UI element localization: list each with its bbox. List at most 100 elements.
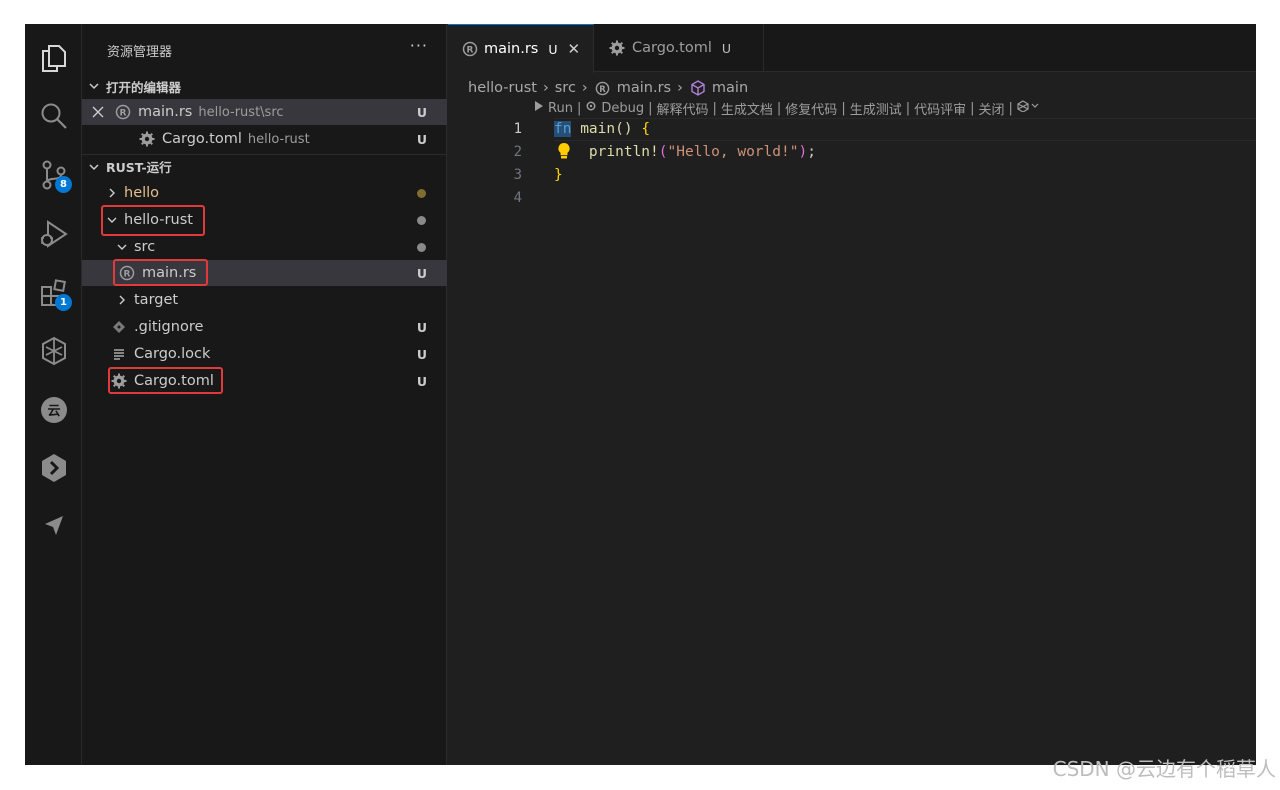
- close-icon[interactable]: [82, 106, 114, 118]
- status-badge: U: [416, 131, 427, 147]
- chevron-right-icon: ›: [677, 80, 683, 96]
- gear-icon: [138, 130, 156, 148]
- plugin-activity[interactable]: [25, 444, 82, 492]
- status-badge: U: [416, 104, 427, 120]
- gear-icon: [585, 100, 597, 116]
- code-semicolon: ;: [807, 144, 816, 160]
- code-line: println!("Hello, world!");: [554, 141, 1254, 164]
- open-editor-path: hello-rust\src: [198, 104, 284, 120]
- breadcrumb-item[interactable]: src: [555, 80, 576, 96]
- source-control-activity[interactable]: 8: [25, 151, 82, 199]
- gear-icon: [608, 39, 626, 57]
- send-activity[interactable]: [25, 502, 82, 550]
- tab-label: Cargo.toml: [632, 40, 712, 56]
- close-icon[interactable]: ✕: [568, 40, 581, 58]
- tree-folder-target[interactable]: target: [82, 287, 447, 313]
- tab-status: U: [721, 40, 732, 56]
- status-badge: U: [416, 265, 427, 281]
- tree-folder-src[interactable]: src: [82, 234, 447, 260]
- extensions-activity[interactable]: 1: [25, 269, 82, 317]
- highlight-box-hello-rust: [101, 205, 205, 236]
- ai-assistant-icon[interactable]: [1017, 100, 1039, 116]
- activity-bar: 8 1 云: [25, 24, 82, 765]
- codelens-debug[interactable]: Debug: [601, 101, 644, 116]
- breadcrumb: hello-rust › src › R main.rs › main: [468, 76, 748, 100]
- open-editor-name: main.rs: [138, 104, 193, 120]
- rust-file-icon: R: [462, 40, 478, 58]
- tab-bar: R main.rs U ✕ Cargo.toml U: [448, 24, 1256, 73]
- highlight-box-main-rs: [113, 259, 208, 286]
- code-paren: ): [798, 144, 808, 160]
- code-editor[interactable]: fn main() { println!("Hello, world!"); }: [554, 118, 1254, 210]
- modified-dot: [417, 242, 426, 252]
- vscode-window: 8 1 云 资源管理器 ··· 打开的编辑器 R main.rs hello-r…: [25, 24, 1256, 765]
- line-number: 2: [513, 144, 522, 160]
- more-actions-button[interactable]: ···: [410, 36, 428, 55]
- codelens-test[interactable]: 生成测试: [850, 99, 902, 118]
- extensions-badge: 1: [55, 294, 72, 311]
- run-debug-icon: [40, 220, 68, 248]
- play-icon: [534, 100, 544, 116]
- breadcrumb-item[interactable]: main: [712, 80, 748, 96]
- lightbulb-icon[interactable]: [557, 142, 571, 164]
- text-file-icon: [110, 345, 128, 363]
- chevron-right-icon: [104, 185, 120, 201]
- tree-item-label: hello: [124, 185, 160, 201]
- run-debug-activity[interactable]: [25, 210, 82, 258]
- chevron-right-icon: ›: [542, 80, 549, 96]
- search-activity[interactable]: [25, 92, 82, 140]
- tree-file-gitignore[interactable]: .gitignore U: [82, 314, 447, 340]
- open-editor-name: Cargo.toml: [162, 131, 242, 147]
- git-file-icon: [110, 318, 128, 336]
- tree-folder-hello[interactable]: hello: [82, 180, 447, 206]
- chevron-down-icon: [82, 161, 106, 173]
- codelens-close[interactable]: 关闭: [979, 99, 1005, 118]
- tree-item-label: .gitignore: [134, 319, 204, 335]
- svg-text:R: R: [599, 83, 606, 93]
- codelens-fix[interactable]: 修复代码: [785, 99, 837, 118]
- code-punct: (): [615, 121, 642, 137]
- macro-call: println!: [588, 144, 659, 160]
- workspace-header[interactable]: RUST-运行: [82, 154, 447, 178]
- line-number: 3: [513, 167, 522, 183]
- code-brace: }: [554, 167, 563, 183]
- codelens-docs[interactable]: 生成文档: [721, 99, 773, 118]
- breadcrumb-item[interactable]: main.rs: [617, 80, 671, 96]
- code-line: }: [554, 164, 1254, 187]
- cloud-activity[interactable]: 云: [25, 386, 82, 434]
- svg-text:R: R: [467, 46, 474, 56]
- explorer-sidebar: 资源管理器 ··· 打开的编辑器 R main.rs hello-rust\sr…: [82, 24, 447, 765]
- search-icon: [41, 103, 67, 129]
- tab-label: main.rs: [484, 41, 539, 57]
- code-paren: (: [658, 144, 668, 160]
- function-name: main: [571, 121, 616, 137]
- codelens-run[interactable]: Run: [548, 101, 573, 116]
- tab-cargo-toml[interactable]: Cargo.toml U: [594, 24, 764, 72]
- scm-badge: 8: [55, 176, 72, 193]
- modified-dot: [417, 215, 426, 225]
- tree-item-label: target: [134, 292, 179, 308]
- chevron-down-icon: [82, 80, 106, 92]
- rust-file-icon: R: [114, 103, 132, 121]
- open-editor-item[interactable]: Cargo.toml hello-rust U: [82, 126, 447, 152]
- open-editor-item[interactable]: R main.rs hello-rust\src U: [82, 99, 447, 125]
- ai-assistant-activity[interactable]: [25, 327, 82, 375]
- status-badge: U: [416, 346, 427, 362]
- editor-area: R main.rs U ✕ Cargo.toml U hello-rust › …: [448, 24, 1256, 765]
- files-icon: [41, 45, 66, 72]
- tab-main-rs[interactable]: R main.rs U ✕: [448, 24, 594, 73]
- line-numbers: 1 2 3 4: [448, 118, 538, 210]
- tree-item-label: src: [134, 239, 156, 255]
- breadcrumb-item[interactable]: hello-rust: [468, 80, 537, 96]
- explorer-title: 资源管理器: [107, 45, 173, 60]
- codelens-explain[interactable]: 解释代码: [656, 99, 708, 118]
- watermark: CSDN @云边有个稻草人: [1052, 757, 1276, 781]
- tree-file-cargo-lock[interactable]: Cargo.lock U: [82, 341, 447, 367]
- explorer-activity[interactable]: [25, 34, 82, 82]
- open-editors-header[interactable]: 打开的编辑器: [82, 74, 447, 98]
- send-arrow-icon: [44, 516, 63, 535]
- chevron-down-icon: [114, 239, 130, 255]
- svg-text:云: 云: [47, 404, 60, 419]
- codelens-review[interactable]: 代码评审: [914, 99, 966, 118]
